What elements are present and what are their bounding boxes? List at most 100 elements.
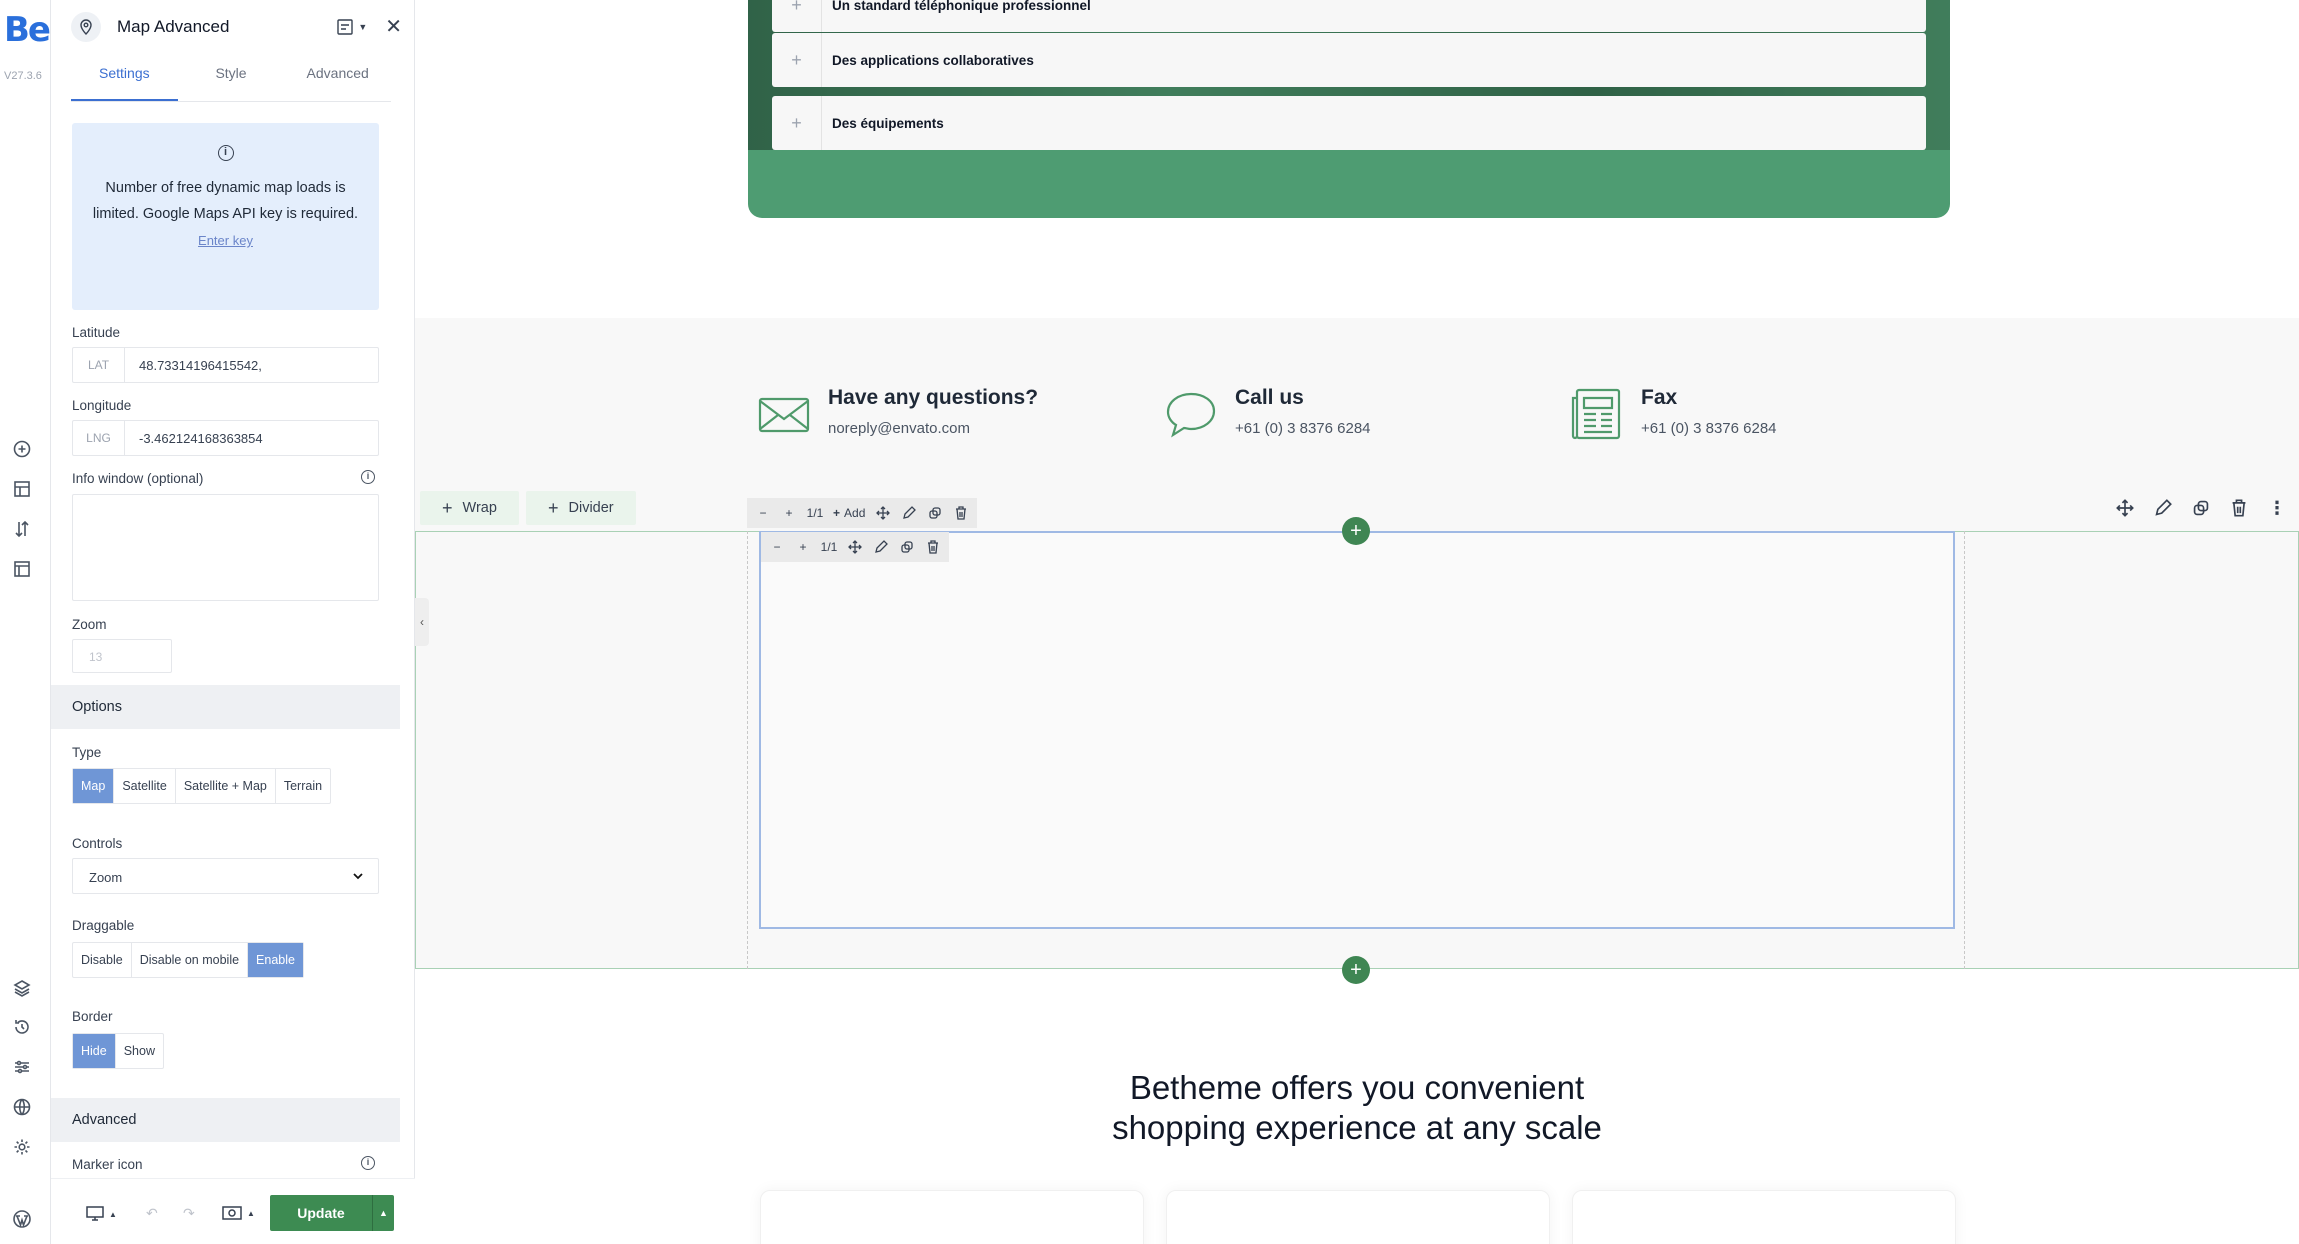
wrap-label: Wrap <box>462 500 497 516</box>
version-label: V27.3.6 <box>4 70 42 82</box>
edit-icon[interactable] <box>2147 492 2179 524</box>
collapse-panel-handle[interactable]: ‹ <box>415 598 429 646</box>
border-label: Border <box>72 1009 113 1024</box>
draggable-option-disable[interactable]: Disable <box>73 943 132 977</box>
longitude-input[interactable] <box>125 430 365 446</box>
latitude-label: Latitude <box>72 325 121 340</box>
type-segmented-control: Map Satellite Satellite + Map Terrain <box>72 768 332 804</box>
zoom-label: Zoom <box>72 617 107 632</box>
help-icon[interactable]: i <box>361 470 375 484</box>
accordion-item[interactable]: + Un standard téléphonique professionnel <box>772 0 1926 32</box>
template-icon[interactable] <box>11 558 33 580</box>
update-label: Update <box>297 1205 345 1221</box>
trash-icon[interactable] <box>921 535 945 559</box>
desktop-icon[interactable]: ▲ <box>85 1205 117 1223</box>
redo-icon[interactable]: ↷ <box>183 1205 195 1222</box>
draggable-option-disable-mobile[interactable]: Disable on mobile <box>132 943 249 977</box>
add-divider-button[interactable]: + Divider <box>526 491 636 525</box>
type-option-map[interactable]: Map <box>73 769 115 803</box>
type-option-satellite[interactable]: Satellite <box>114 769 176 803</box>
heading-line: shopping experience at any scale <box>1112 1109 1602 1146</box>
info-window-textarea[interactable] <box>72 494 379 601</box>
caret-up-icon[interactable]: ▲ <box>372 1195 394 1231</box>
duplicate-icon[interactable] <box>923 501 947 525</box>
trash-icon[interactable] <box>949 501 973 525</box>
move-icon[interactable] <box>2109 492 2141 524</box>
lng-prefix: LNG <box>73 421 125 455</box>
accordion-title: Des équipements <box>832 115 944 131</box>
border-option-hide[interactable]: Hide <box>73 1034 116 1068</box>
help-icon[interactable]: i <box>361 1156 375 1170</box>
border-option-show[interactable]: Show <box>116 1034 163 1068</box>
type-option-satellite-map[interactable]: Satellite + Map <box>176 769 276 803</box>
move-icon[interactable] <box>871 501 895 525</box>
increase-button[interactable]: + <box>791 535 815 559</box>
page-canvas: + Un standard téléphonique professionnel… <box>415 0 2299 1244</box>
decrease-button[interactable]: − <box>765 535 789 559</box>
size-ratio[interactable]: 1/1 <box>817 535 841 559</box>
zoom-input[interactable]: 13 <box>72 639 172 673</box>
update-button[interactable]: Update ▲ <box>270 1195 394 1231</box>
longitude-field: LNG <box>72 420 379 456</box>
type-option-terrain[interactable]: Terrain <box>276 769 330 803</box>
close-icon[interactable]: ✕ <box>385 17 402 37</box>
add-wrap-button[interactable]: + Wrap <box>420 491 519 525</box>
marker-icon-label: Marker icon <box>72 1157 143 1172</box>
api-key-notice: i Number of free dynamic map loads is li… <box>72 123 379 310</box>
settings-icon[interactable] <box>11 1136 33 1158</box>
accordion-item[interactable]: + Des applications collaboratives <box>772 33 1926 87</box>
latitude-input[interactable] <box>125 357 365 373</box>
preview-icon[interactable]: ▲ <box>221 1205 255 1221</box>
controls-select[interactable]: Zoom <box>72 858 379 894</box>
trash-icon[interactable] <box>2223 492 2255 524</box>
enter-key-link[interactable]: Enter key <box>198 233 253 248</box>
add-element-button[interactable]: + Add <box>829 501 869 525</box>
contact-item-fax: Fax +61 (0) 3 8376 6284 <box>1569 386 1777 442</box>
options-section-header[interactable]: Options <box>51 685 400 729</box>
wrap-toolbar: − + 1/1 + Add <box>747 498 978 528</box>
add-circle-icon[interactable] <box>11 438 33 460</box>
add-section-above-button[interactable]: + <box>1342 517 1370 545</box>
tab-style[interactable]: Style <box>178 56 285 101</box>
contact-sub: +61 (0) 3 8376 6284 <box>1235 420 1371 437</box>
sliders-icon[interactable] <box>11 1056 33 1078</box>
map-element-placeholder[interactable] <box>759 531 1955 929</box>
layout-icon[interactable] <box>11 478 33 500</box>
presets-icon[interactable]: ▼ <box>336 18 367 36</box>
contact-title: Fax <box>1641 386 1678 409</box>
advanced-section-header[interactable]: Advanced <box>51 1098 400 1142</box>
tab-settings[interactable]: Settings <box>71 56 178 101</box>
contact-title: Have any questions? <box>828 386 1039 409</box>
duplicate-icon[interactable] <box>2185 492 2217 524</box>
sort-icon[interactable] <box>11 518 33 540</box>
add-section-below-button[interactable]: + <box>1342 956 1370 984</box>
latitude-field: LAT <box>72 347 379 383</box>
plus-icon: + <box>442 497 453 518</box>
increase-button[interactable]: + <box>777 501 801 525</box>
size-ratio[interactable]: 1/1 <box>803 501 827 525</box>
accordion-item[interactable]: + Des équipements <box>772 96 1926 150</box>
wordpress-icon[interactable] <box>11 1208 33 1230</box>
feature-card <box>1572 1190 1956 1244</box>
layers-icon[interactable] <box>11 977 33 999</box>
edit-icon[interactable] <box>869 535 893 559</box>
tab-advanced[interactable]: Advanced <box>284 56 391 101</box>
plus-icon: + <box>548 497 559 518</box>
panel-header: Map Advanced ▼ ✕ <box>71 12 402 42</box>
draggable-option-enable[interactable]: Enable <box>248 943 303 977</box>
edit-icon[interactable] <box>897 501 921 525</box>
more-vertical-icon[interactable]: ⋮ <box>2261 492 2293 524</box>
info-window-label: Info window (optional) <box>72 471 204 486</box>
left-rail: Be V27.3.6 <box>0 0 51 1244</box>
chevron-down-icon <box>353 873 363 880</box>
globe-icon[interactable] <box>11 1096 33 1118</box>
history-icon[interactable] <box>11 1016 33 1038</box>
move-icon[interactable] <box>843 535 867 559</box>
decrease-button[interactable]: − <box>751 501 775 525</box>
panel-title: Map Advanced <box>117 17 230 36</box>
speech-bubble-icon <box>1163 386 1219 442</box>
undo-icon[interactable]: ↶ <box>146 1205 158 1222</box>
chevron-down-icon[interactable]: ▼ <box>358 22 367 32</box>
contact-title: Call us <box>1235 386 1304 409</box>
duplicate-icon[interactable] <box>895 535 919 559</box>
